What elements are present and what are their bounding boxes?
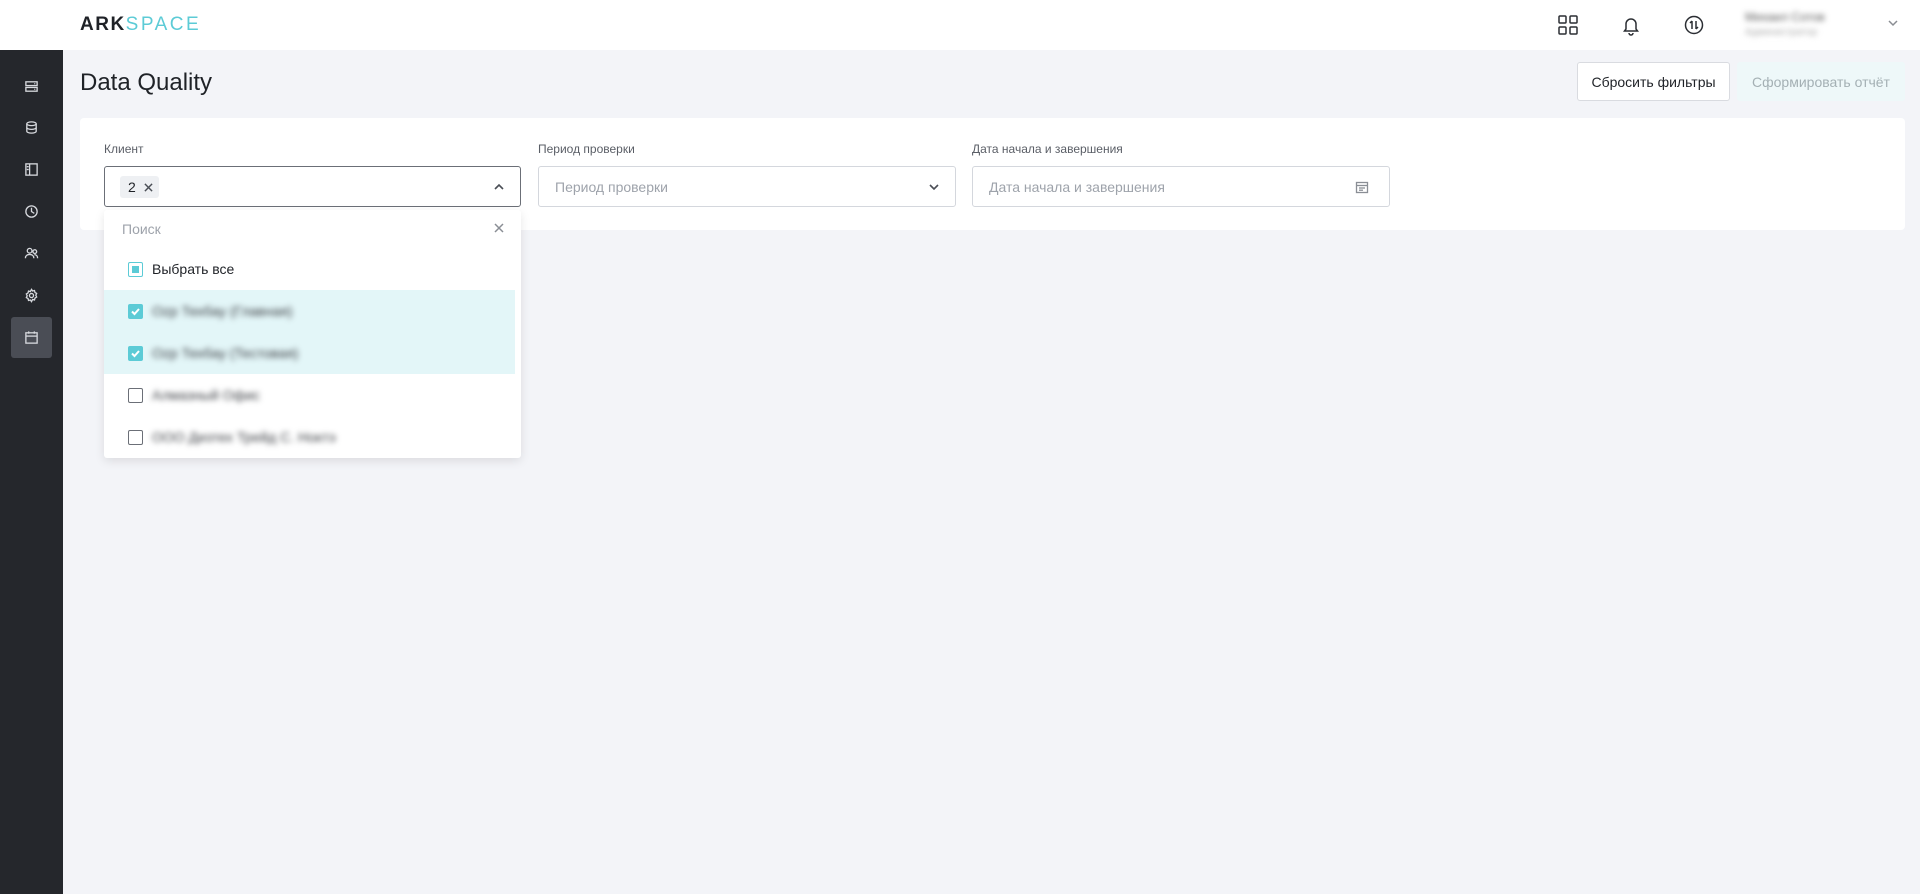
calendar-icon [1355,180,1369,194]
sync-icon [1684,15,1704,35]
option-label: Алмазный Офис [152,387,260,403]
notifications-button[interactable] [1618,12,1644,38]
panel-layout-icon [25,163,38,176]
apps-grid-button[interactable] [1555,12,1581,38]
selected-count-tag: 2 [120,176,159,198]
clock-icon [25,205,38,218]
client-select[interactable]: 2 [104,166,521,207]
bell-icon [1623,18,1639,36]
client-dropdown: Поиск Выбрать все Ozp Техбау (Главная) O… [104,210,521,458]
option-label: ООО Дизтех Трейд С. Ноктэ [152,429,336,445]
selected-count: 2 [128,179,136,195]
chevron-down-icon [1886,16,1900,30]
reset-filters-button[interactable]: Сбросить фильтры [1577,62,1730,101]
period-label: Период проверки [538,142,635,156]
client-option[interactable]: Ozp Техбау (Главная) [104,290,515,332]
server-list-icon [25,81,38,92]
sidebar-item-users[interactable] [11,233,52,274]
date-range-placeholder: Дата начала и завершения [989,179,1165,195]
option-checkbox[interactable] [128,346,143,361]
chevron-up-icon [492,180,506,194]
users-icon [24,247,39,259]
top-bar: ARK SPACE Михаил Сотов Администратор [0,0,1920,50]
option-checkbox[interactable] [128,388,143,403]
apps-grid-icon [1558,15,1578,35]
sidebar-item-settings[interactable] [11,275,52,316]
option-checkbox[interactable] [128,430,143,445]
logo[interactable]: ARK SPACE [80,14,201,36]
date-range-label: Дата начала и завершения [972,142,1123,156]
user-name: Михаил Сотов [1745,10,1825,24]
client-option[interactable]: ООО Дизтех Трейд С. Ноктэ [104,416,515,458]
select-all-checkbox[interactable] [128,262,143,277]
sidebar [0,0,63,894]
date-range-picker[interactable]: Дата начала и завершения [972,166,1390,207]
sidebar-item-panels[interactable] [11,149,52,190]
option-label: Ozp Техбау (Главная) [152,303,293,319]
sidebar-item-history[interactable] [11,191,52,232]
user-menu[interactable]: Михаил Сотов Администратор [1745,8,1900,42]
period-placeholder: Период проверки [555,179,668,195]
client-option[interactable]: Ozp Техбау (Тестовая) [104,332,515,374]
option-label: Ozp Техбау (Тестовая) [152,345,299,361]
sidebar-item-calendar[interactable] [11,317,52,358]
dropdown-search-input[interactable]: Поиск [104,210,521,248]
select-all-option[interactable]: Выбрать все [104,248,515,290]
option-checkbox[interactable] [128,304,143,319]
database-icon [26,121,37,134]
period-select[interactable]: Период проверки [538,166,956,207]
close-icon[interactable] [494,223,504,233]
search-placeholder: Поиск [122,221,161,237]
client-option[interactable]: Алмазный Офис [104,374,515,416]
page-title: Data Quality [80,69,213,96]
generate-report-button[interactable]: Сформировать отчёт [1737,62,1905,101]
sync-button[interactable] [1681,12,1707,38]
gear-icon [25,288,38,303]
sidebar-item-servers[interactable] [11,66,52,107]
clear-selection-icon[interactable] [144,182,153,192]
client-label: Клиент [104,142,144,156]
user-role: Администратор [1745,27,1818,38]
select-all-label: Выбрать все [152,261,235,277]
sidebar-item-database[interactable] [11,107,52,148]
chevron-down-icon [927,180,941,194]
calendar-icon [25,331,38,344]
